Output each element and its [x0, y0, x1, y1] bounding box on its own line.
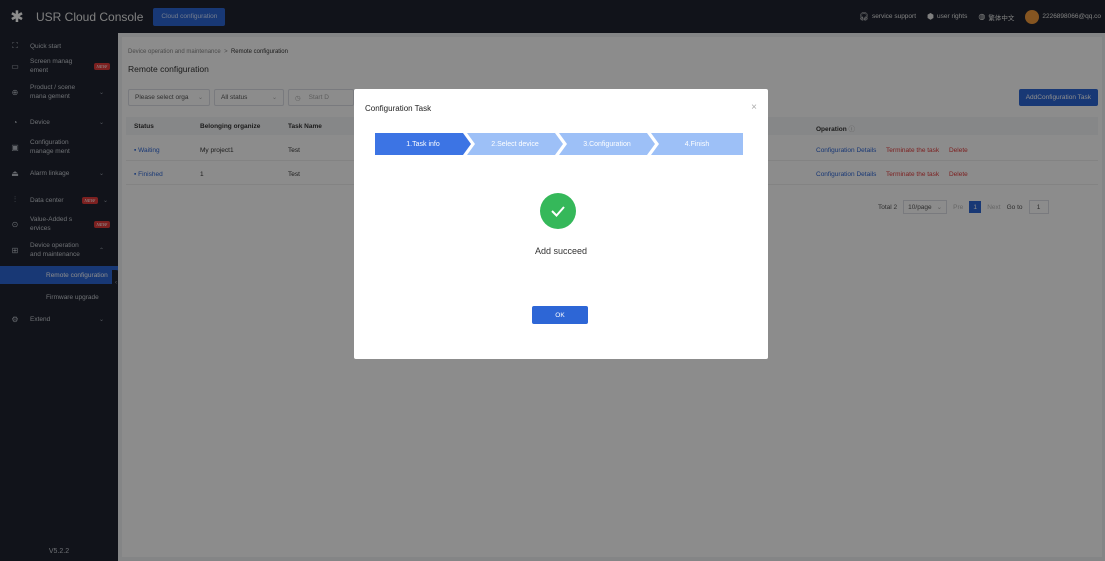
step-finish: 4.Finish	[651, 133, 743, 155]
configuration-task-dialog: Configuration Task × 1.Task info 2.Selec…	[354, 89, 768, 359]
step-configuration: 3.Configuration	[559, 133, 655, 155]
close-icon[interactable]: ×	[751, 102, 757, 113]
success-check-icon	[540, 193, 576, 229]
step-progress: 1.Task info 2.Select device 3.Configurat…	[375, 133, 743, 155]
step-select-device: 2.Select device	[467, 133, 563, 155]
success-message: Add succeed	[534, 246, 588, 256]
ok-button[interactable]: OK	[532, 306, 588, 324]
step-task-info: 1.Task info	[375, 133, 471, 155]
dialog-title: Configuration Task	[365, 104, 432, 113]
